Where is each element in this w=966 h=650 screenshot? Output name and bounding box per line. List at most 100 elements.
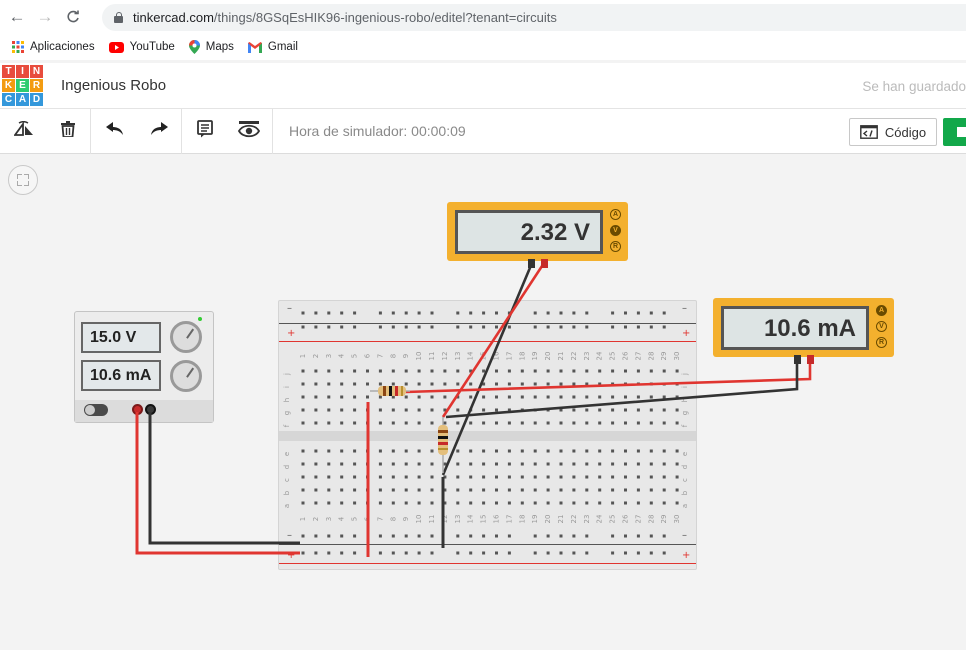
breadboard-hole[interactable] [662, 488, 666, 492]
breadboard-hole[interactable] [391, 311, 395, 315]
breadboard-hole[interactable] [662, 462, 666, 466]
breadboard-hole[interactable] [301, 382, 305, 386]
breadboard-hole[interactable] [546, 534, 550, 538]
breadboard-hole[interactable] [507, 449, 511, 453]
breadboard-hole[interactable] [585, 325, 589, 329]
breadboard-hole[interactable] [507, 421, 511, 425]
breadboard-hole[interactable] [520, 475, 524, 479]
breadboard-hole[interactable] [636, 449, 640, 453]
breadboard-hole[interactable] [636, 475, 640, 479]
breadboard-hole[interactable] [443, 475, 447, 479]
breadboard-hole[interactable] [340, 325, 344, 329]
breadboard-hole[interactable] [507, 551, 511, 555]
breadboard-hole[interactable] [456, 325, 460, 329]
redo-button[interactable] [137, 109, 181, 154]
breadboard-hole[interactable] [675, 449, 679, 453]
breadboard-hole[interactable] [353, 369, 357, 373]
breadboard-hole[interactable] [404, 325, 408, 329]
voltage-knob[interactable] [170, 321, 202, 353]
negative-terminal[interactable] [145, 404, 156, 415]
breadboard-hole[interactable] [572, 408, 576, 412]
breadboard-hole[interactable] [624, 488, 627, 492]
breadboard-hole[interactable] [482, 395, 486, 399]
breadboard-hole[interactable] [482, 534, 486, 538]
breadboard-hole[interactable] [507, 534, 511, 538]
breadboard-hole[interactable] [559, 501, 563, 505]
breadboard-hole[interactable] [533, 534, 537, 538]
breadboard-hole[interactable] [417, 408, 421, 412]
breadboard-hole[interactable] [649, 488, 653, 492]
breadboard-hole[interactable] [378, 408, 382, 412]
breadboard-hole[interactable] [533, 421, 537, 425]
breadboard-hole[interactable] [404, 382, 408, 386]
notes-button[interactable] [183, 109, 227, 154]
breadboard-hole[interactable] [520, 462, 524, 466]
mode-voltmeter[interactable]: V [610, 225, 621, 236]
breadboard-hole[interactable] [662, 408, 666, 412]
breadboard-hole[interactable] [507, 501, 511, 505]
current-knob[interactable] [170, 360, 202, 392]
positive-terminal[interactable] [132, 404, 143, 415]
breadboard-hole[interactable] [624, 311, 627, 315]
breadboard-hole[interactable] [533, 311, 537, 315]
breadboard-hole[interactable] [482, 449, 486, 453]
breadboard-hole[interactable] [456, 369, 460, 373]
breadboard-hole[interactable] [611, 501, 615, 505]
breadboard-hole[interactable] [378, 421, 382, 425]
breadboard-hole[interactable] [417, 488, 421, 492]
breadboard-hole[interactable] [417, 369, 421, 373]
breadboard-hole[interactable] [675, 488, 679, 492]
mode-ammeter[interactable]: A [610, 209, 621, 220]
breadboard-hole[interactable] [301, 462, 305, 466]
breadboard-hole[interactable] [520, 421, 524, 425]
breadboard-hole[interactable] [507, 395, 511, 399]
breadboard-hole[interactable] [585, 408, 589, 412]
breadboard-hole[interactable] [572, 311, 576, 315]
breadboard-hole[interactable] [611, 534, 615, 538]
breadboard-hole[interactable] [611, 488, 615, 492]
breadboard-hole[interactable] [353, 449, 357, 453]
breadboard-hole[interactable] [456, 501, 460, 505]
breadboard-hole[interactable] [327, 488, 331, 492]
breadboard-hole[interactable] [649, 311, 653, 315]
breadboard-hole[interactable] [482, 311, 486, 315]
breadboard-hole[interactable] [611, 325, 615, 329]
breadboard-hole[interactable] [495, 408, 498, 412]
breadboard-hole[interactable] [662, 449, 666, 453]
breadboard-hole[interactable] [430, 311, 434, 315]
breadboard-hole[interactable] [520, 395, 524, 399]
breadboard-hole[interactable] [662, 551, 666, 555]
breadboard-hole[interactable] [585, 369, 589, 373]
breadboard-hole[interactable] [391, 421, 395, 425]
breadboard-hole[interactable] [456, 534, 460, 538]
breadboard-hole[interactable] [585, 488, 589, 492]
breadboard-hole[interactable] [430, 325, 434, 329]
breadboard-hole[interactable] [636, 311, 640, 315]
breadboard-hole[interactable] [469, 475, 473, 479]
breadboard-hole[interactable] [314, 325, 318, 329]
breadboard-hole[interactable] [533, 395, 537, 399]
breadboard-hole[interactable] [353, 488, 357, 492]
breadboard-hole[interactable] [327, 325, 331, 329]
breadboard-hole[interactable] [340, 534, 344, 538]
breadboard-hole[interactable] [327, 382, 331, 386]
breadboard-hole[interactable] [378, 462, 382, 466]
breadboard-hole[interactable] [353, 501, 357, 505]
breadboard-hole[interactable] [404, 421, 408, 425]
breadboard-hole[interactable] [430, 488, 434, 492]
breadboard-hole[interactable] [340, 408, 344, 412]
breadboard-hole[interactable] [507, 311, 511, 315]
breadboard-hole[interactable] [585, 501, 589, 505]
breadboard-hole[interactable] [469, 449, 473, 453]
breadboard-hole[interactable] [636, 421, 640, 425]
breadboard-hole[interactable] [675, 395, 679, 399]
breadboard-hole[interactable] [443, 408, 447, 412]
breadboard-hole[interactable] [636, 462, 640, 466]
breadboard-hole[interactable] [404, 311, 408, 315]
breadboard-hole[interactable] [675, 501, 679, 505]
breadboard-hole[interactable] [507, 325, 511, 329]
breadboard-hole[interactable] [598, 488, 602, 492]
breadboard-hole[interactable] [443, 462, 447, 466]
breadboard-hole[interactable] [495, 449, 498, 453]
breadboard-hole[interactable] [559, 551, 563, 555]
